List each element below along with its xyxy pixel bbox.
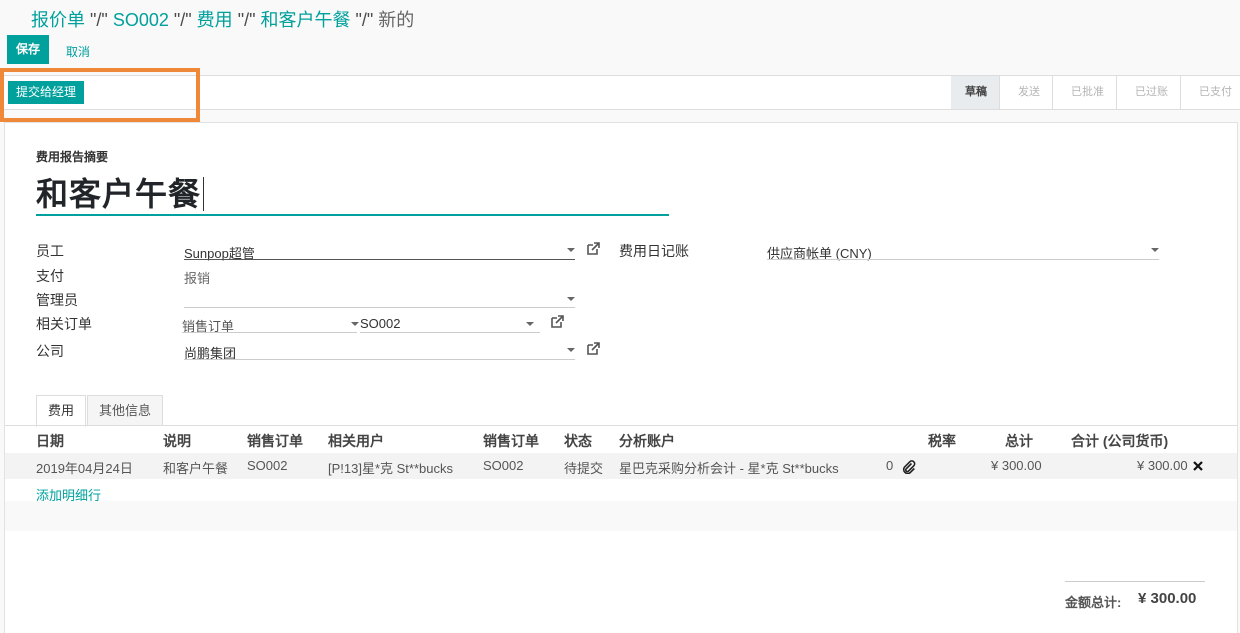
breadcrumb-separator: "/" xyxy=(173,10,192,30)
delete-row-icon[interactable] xyxy=(1193,461,1203,471)
stage-sent: 发送 xyxy=(999,76,1052,109)
form-sheet: 费用报告摘要 和客户午餐 员工 Sunpop超管 支付 报销 管理员 相关订单 … xyxy=(4,122,1238,633)
stage-draft-label: 草稿 xyxy=(965,86,987,98)
tab-expenses[interactable]: 费用 xyxy=(36,395,87,427)
cell-state: 待提交 xyxy=(564,461,604,476)
order-dropdown-icon[interactable] xyxy=(526,322,534,326)
submit-to-manager-button[interactable]: 提交给经理 xyxy=(8,81,85,104)
employee-underline xyxy=(184,259,575,260)
breadcrumb: 报价单 "/" SO002 "/" 费用 "/" 和客户午餐 "/" 新的 xyxy=(31,6,414,32)
stage-pipeline: 草稿 发送 已批准 已过账 已支付 xyxy=(951,76,1240,109)
cell-attachment-count: 0 xyxy=(886,458,894,473)
breadcrumb-lunch[interactable]: 和客户午餐 xyxy=(260,10,350,30)
breadcrumb-separator: "/" xyxy=(237,10,256,30)
order-underline xyxy=(360,332,540,333)
text-cursor xyxy=(203,177,205,211)
breadcrumb-expenses[interactable]: 费用 xyxy=(197,10,233,30)
col-header-description[interactable]: 说明 xyxy=(163,431,191,451)
employee-label: 员工 xyxy=(36,243,64,259)
stage-approved: 已批准 xyxy=(1052,76,1116,109)
manager-label: 管理员 xyxy=(36,292,78,308)
col-header-analytic-account[interactable]: 分析账户 xyxy=(619,431,675,451)
statusbar: 提交给经理 草稿 发送 已批准 已过账 已支付 xyxy=(0,75,1240,110)
payment-value: 报销 xyxy=(184,271,211,286)
company-external-link-icon[interactable] xyxy=(586,342,600,356)
title-input-value: 和客户午餐 xyxy=(36,176,202,212)
cell-total: ¥ 300.00 xyxy=(991,458,1042,473)
amount-total-label: 金额总计: xyxy=(1065,595,1122,610)
manager-dropdown-icon[interactable] xyxy=(567,297,575,301)
company-label: 公司 xyxy=(36,343,64,359)
cell-related-user: [P!13]星*克 St**bucks xyxy=(328,461,453,476)
breadcrumb-quotations[interactable]: 报价单 xyxy=(31,10,85,30)
title-field[interactable]: 和客户午餐 xyxy=(36,169,205,215)
col-header-sale-order[interactable]: 销售订单 xyxy=(247,431,303,451)
col-header-state[interactable]: 状态 xyxy=(564,431,592,451)
cell-description: 和客户午餐 xyxy=(163,461,229,476)
col-header-sale-order-2[interactable]: 销售订单 xyxy=(483,431,539,451)
order-label: 相关订单 xyxy=(36,316,92,332)
table-empty-row xyxy=(5,501,1237,531)
company-dropdown-icon[interactable] xyxy=(567,348,575,352)
journal-underline xyxy=(767,259,1159,260)
title-underline xyxy=(36,214,669,216)
stage-paid: 已支付 xyxy=(1180,76,1240,109)
stage-sent-label: 发送 xyxy=(1018,86,1040,98)
cell-sale-order: SO002 xyxy=(247,458,288,473)
tabs-divider xyxy=(5,425,1237,426)
journal-label: 费用日记账 xyxy=(619,243,689,259)
summary-label: 费用报告摘要 xyxy=(36,150,109,164)
paperclip-icon[interactable] xyxy=(902,460,916,474)
stage-draft: 草稿 xyxy=(951,76,999,109)
cell-analytic-account: 星巴克采购分析会计 - 星*克 St**bucks xyxy=(619,461,839,476)
col-header-related-user[interactable]: 相关用户 xyxy=(328,431,384,451)
col-header-date[interactable]: 日期 xyxy=(36,431,64,451)
col-header-total[interactable]: 总计 xyxy=(1005,431,1033,451)
manager-underline xyxy=(184,307,575,308)
cell-sale-order-2: SO002 xyxy=(483,458,524,473)
company-underline xyxy=(184,359,575,360)
employee-dropdown-icon[interactable] xyxy=(567,248,575,252)
col-header-total-company[interactable]: 合计 (公司货币) xyxy=(1071,431,1168,451)
breadcrumb-so002[interactable]: SO002 xyxy=(113,10,169,30)
order-value[interactable]: SO002 xyxy=(360,316,400,331)
employee-external-link-icon[interactable] xyxy=(586,242,600,256)
stage-posted: 已过账 xyxy=(1116,76,1180,109)
breadcrumb-separator: "/" xyxy=(355,10,374,30)
cell-date: 2019年04月24日 xyxy=(36,461,133,476)
stage-posted-label: 已过账 xyxy=(1135,86,1168,98)
breadcrumb-current: 新的 xyxy=(378,10,415,30)
breadcrumb-separator: "/" xyxy=(90,10,108,30)
col-header-tax[interactable]: 税率 xyxy=(928,431,956,451)
tab-other-info[interactable]: 其他信息 xyxy=(87,395,164,426)
save-button[interactable]: 保存 xyxy=(7,35,50,64)
payment-label: 支付 xyxy=(36,268,64,284)
order-model-underline xyxy=(182,332,357,333)
stage-paid-label: 已支付 xyxy=(1199,86,1232,98)
order-external-link-icon[interactable] xyxy=(550,315,564,329)
amount-total-value: ¥ 300.00 xyxy=(1138,590,1197,607)
stage-approved-label: 已批准 xyxy=(1071,86,1104,98)
cell-total-company: ¥ 300.00 xyxy=(1137,458,1188,473)
order-model-dropdown-icon[interactable] xyxy=(351,322,359,326)
journal-dropdown-icon[interactable] xyxy=(1151,248,1159,252)
totals-divider xyxy=(1065,581,1205,582)
cancel-button[interactable]: 取消 xyxy=(60,42,96,61)
